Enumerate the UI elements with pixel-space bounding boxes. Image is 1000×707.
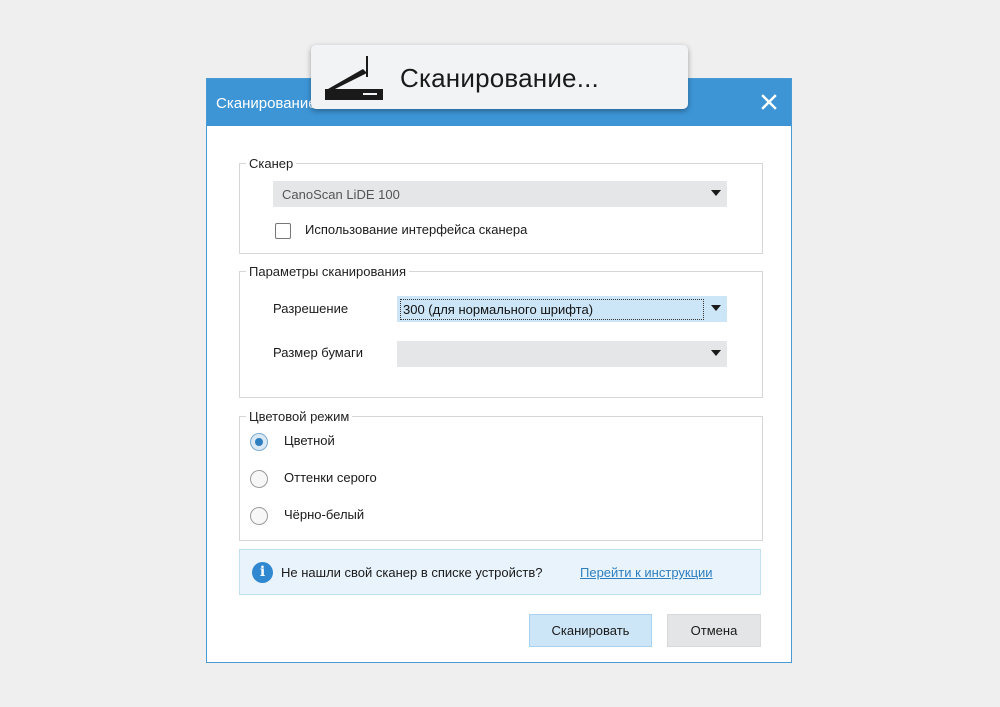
radio-black-white[interactable] bbox=[250, 507, 268, 525]
dialog-title: Сканирование bbox=[216, 95, 317, 112]
scanner-select[interactable]: CanoScan LiDE 100 bbox=[273, 181, 727, 207]
paper-size-select[interactable] bbox=[397, 341, 727, 367]
chevron-down-icon bbox=[711, 190, 721, 196]
scanning-toast: Сканирование... bbox=[311, 45, 688, 109]
chevron-down-icon bbox=[711, 305, 721, 311]
chevron-down-icon bbox=[711, 350, 721, 356]
paper-size-label: Размер бумаги bbox=[273, 345, 363, 360]
radio-black-white-label: Чёрно-белый bbox=[284, 507, 365, 522]
radio-grayscale-label: Оттенки серого bbox=[284, 470, 377, 485]
info-icon: i bbox=[252, 562, 273, 583]
radio-color-label: Цветной bbox=[284, 433, 335, 448]
instructions-link[interactable]: Перейти к инструкции bbox=[580, 565, 713, 580]
scan-params-legend: Параметры сканирования bbox=[249, 264, 406, 279]
scanner-group-legend: Сканер bbox=[249, 156, 294, 171]
scanner-select-value: CanoScan LiDE 100 bbox=[282, 187, 400, 202]
radio-color[interactable] bbox=[250, 433, 268, 451]
close-icon[interactable] bbox=[759, 92, 779, 112]
scanner-icon bbox=[325, 56, 383, 100]
use-interface-label: Использование интерфейса сканера bbox=[305, 222, 528, 237]
info-banner: i Не нашли свой сканер в списке устройст… bbox=[239, 549, 761, 595]
radio-grayscale[interactable] bbox=[250, 470, 268, 488]
scan-dialog: Сканирование Сканер CanoScan LiDE 100 Ис… bbox=[206, 78, 792, 663]
color-mode-legend: Цветовой режим bbox=[249, 409, 350, 424]
toast-message: Сканирование... bbox=[400, 63, 599, 93]
resolution-label: Разрешение bbox=[273, 301, 349, 316]
info-text: Не нашли свой сканер в списке устройств? bbox=[281, 565, 543, 580]
resolution-select[interactable]: 300 (для нормального шрифта) bbox=[397, 296, 727, 322]
scan-params-group: Параметры сканирования bbox=[239, 264, 763, 398]
scan-button[interactable]: Сканировать bbox=[529, 614, 652, 647]
resolution-select-value: 300 (для нормального шрифта) bbox=[400, 299, 704, 320]
cancel-button[interactable]: Отмена bbox=[667, 614, 761, 647]
use-interface-checkbox[interactable] bbox=[275, 223, 291, 239]
